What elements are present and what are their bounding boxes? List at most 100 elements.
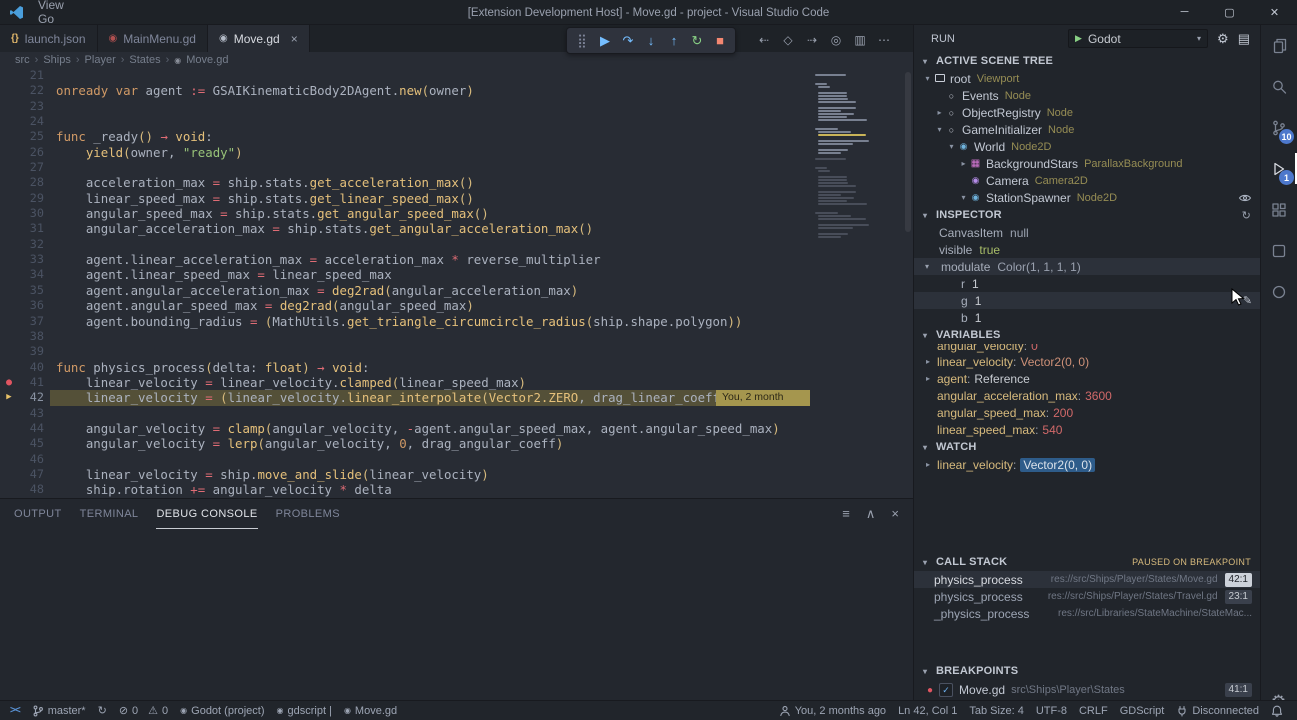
run-marker-icon[interactable]: ◇ — [776, 33, 800, 47]
code-line[interactable]: 48 ship.rotation += angular_velocity * d… — [0, 482, 913, 497]
code-line[interactable]: 32 — [0, 237, 913, 252]
chevron-down-icon[interactable]: ▾ — [934, 125, 945, 134]
section-header-call-stack[interactable]: ▾ CALL STACK PAUSED ON BREAKPOINT — [914, 553, 1260, 571]
variable-row-angular_acceleration_max[interactable]: angular_acceleration_max:3600 — [914, 387, 1260, 404]
step-out-icon[interactable]: ↑ — [663, 29, 685, 52]
chevron-right-icon[interactable]: ▸ — [926, 374, 937, 383]
stack-frame[interactable]: physics_processres://src/Ships/Player/St… — [914, 571, 1260, 588]
section-header-variables[interactable]: ▾ VARIABLES — [914, 326, 1260, 344]
chevron-down-icon[interactable]: ▾ — [958, 193, 969, 202]
gutter-glyph-margin[interactable] — [0, 145, 18, 160]
status-godot-project[interactable]: ◉Godot (project) — [174, 701, 270, 720]
status-problems[interactable]: ⊘0⚠0 — [113, 701, 174, 720]
menu-go[interactable]: Go — [30, 12, 95, 26]
panel-tab-debug-console[interactable]: DEBUG CONSOLE — [156, 499, 257, 529]
status-git-branch[interactable]: master* — [26, 701, 92, 720]
chevron-down-icon[interactable]: ▾ — [925, 262, 934, 271]
launch-config-dropdown[interactable]: ▶ Godot ▾ — [1068, 29, 1208, 48]
scene-tree-node-stationspawner[interactable]: ▾◉StationSpawnerNode2D — [914, 189, 1260, 206]
code-line[interactable]: 29 linear_speed_max = ship.stats.get_lin… — [0, 191, 913, 206]
gutter-glyph-margin[interactable] — [0, 329, 18, 344]
run-target-icon[interactable]: ◎ — [824, 33, 848, 47]
code-line[interactable]: 27 — [0, 160, 913, 175]
gutter-glyph-margin[interactable] — [0, 68, 18, 83]
code-line[interactable]: 36 agent.angular_speed_max = deg2rad(ang… — [0, 298, 913, 313]
inspector-row-modulate[interactable]: ▾modulateColor(1, 1, 1, 1) — [914, 258, 1260, 275]
status-notifications-bell[interactable] — [1265, 701, 1289, 720]
code-line[interactable]: 43 — [0, 406, 913, 421]
code-line[interactable]: 30 angular_speed_max = ship.stats.get_an… — [0, 206, 913, 221]
nav-back-icon[interactable]: ⇠ — [752, 33, 776, 47]
breadcrumb-item-states[interactable]: States — [129, 54, 160, 66]
variable-row-linear_speed_max[interactable]: linear_speed_max:540 — [914, 421, 1260, 438]
code-line[interactable]: 31 angular_acceleration_max = ship.stats… — [0, 221, 913, 236]
stop-icon[interactable]: ■ — [709, 29, 731, 52]
tab-move-gd[interactable]: ◉Move.gd× — [208, 25, 310, 52]
gutter-glyph-margin[interactable] — [0, 237, 18, 252]
breakpoint-item[interactable]: ●✓Move.gdsrc\Ships\Player\States41:1 — [914, 680, 1260, 700]
gutter-glyph-margin[interactable] — [0, 267, 18, 282]
scene-tree-node-events[interactable]: ○EventsNode — [914, 87, 1260, 104]
close-button[interactable]: ✕ — [1252, 0, 1297, 24]
activity-source-control-icon[interactable]: 10 — [1261, 107, 1297, 148]
scene-tree-node-backgroundstars[interactable]: ▸▦BackgroundStarsParallaxBackground — [914, 155, 1260, 172]
gutter-glyph-margin[interactable] — [0, 344, 18, 359]
code-line[interactable]: 37 agent.bounding_radius = (MathUtils.ge… — [0, 314, 913, 329]
gutter-glyph-margin[interactable] — [0, 114, 18, 129]
gutter-glyph-margin[interactable] — [0, 406, 18, 421]
nav-forward-icon[interactable]: ⇢ — [800, 33, 824, 47]
activity-run-debug-icon[interactable]: 1 — [1261, 148, 1297, 189]
status-cursor-position[interactable]: Ln 42, Col 1 — [892, 701, 963, 720]
status-eol[interactable]: CRLF — [1073, 701, 1114, 720]
drag-grip-icon[interactable]: ⣿ — [571, 29, 593, 52]
gutter-glyph-margin[interactable] — [0, 206, 18, 221]
breakpoint-checkbox[interactable]: ✓ — [939, 683, 953, 697]
section-header-inspector[interactable]: ▾ INSPECTOR ↻ — [914, 206, 1260, 224]
gutter-glyph-margin[interactable] — [0, 99, 18, 114]
scene-tree-node-objectregistry[interactable]: ▸○ObjectRegistryNode — [914, 104, 1260, 121]
step-over-icon[interactable]: ↷ — [617, 29, 639, 52]
inspector-row-r[interactable]: r1 — [914, 275, 1260, 292]
chevron-right-icon[interactable]: ▸ — [926, 460, 937, 469]
gutter-glyph-margin[interactable] — [0, 283, 18, 298]
gutter-glyph-margin[interactable] — [0, 298, 18, 313]
chevron-right-icon[interactable]: ▸ — [934, 108, 945, 117]
scene-tree-node-world[interactable]: ▾◉WorldNode2D — [914, 138, 1260, 155]
code-line[interactable]: 24 — [0, 114, 913, 129]
close-panel-icon[interactable]: × — [891, 506, 899, 522]
activity-custom-view-icon[interactable] — [1261, 271, 1297, 312]
section-header-watch[interactable]: ▾ WATCH — [914, 438, 1260, 456]
minimap[interactable] — [815, 71, 903, 239]
gutter-glyph-margin[interactable] — [0, 191, 18, 206]
status-sync[interactable]: ↻ — [92, 701, 113, 720]
gutter-glyph-margin[interactable] — [0, 452, 18, 467]
code-line[interactable]: ▶42 linear_velocity = (linear_velocity.l… — [0, 390, 913, 405]
tab-launch-json[interactable]: {}launch.json — [0, 25, 98, 52]
breakpoint-dot[interactable]: ● — [0, 375, 18, 390]
breadcrumb-item-ships[interactable]: Ships — [43, 54, 71, 66]
gutter-glyph-margin[interactable] — [0, 160, 18, 175]
inspector-row-visible[interactable]: visibletrue — [914, 241, 1260, 258]
status-active-file[interactable]: ◉Move.gd — [338, 701, 403, 720]
code-line[interactable]: 46 — [0, 452, 913, 467]
section-header-breakpoints[interactable]: ▾ BREAKPOINTS — [914, 662, 1260, 680]
variable-row-linear_velocity[interactable]: ▸linear_velocity:Vector2(0, 0) — [914, 456, 1260, 473]
breadcrumb-item-player[interactable]: Player — [85, 54, 116, 66]
code-line[interactable]: 21 — [0, 68, 913, 83]
panel-tab-problems[interactable]: PROBLEMS — [276, 499, 340, 529]
split-editor-icon[interactable]: ▥ — [848, 33, 872, 47]
variable-row-linear_velocity[interactable]: ▸linear_velocity:Vector2(0, 0) — [914, 353, 1260, 370]
maximize-button[interactable]: ▢ — [1207, 0, 1252, 24]
status-godot-connection[interactable]: Disconnected — [1170, 701, 1265, 720]
code-line[interactable]: 44 angular_velocity = clamp(angular_velo… — [0, 421, 913, 436]
stack-frame[interactable]: _physics_processres://src/Libraries/Stat… — [914, 605, 1260, 622]
variable-row-agent[interactable]: ▸agent:Reference — [914, 370, 1260, 387]
start-debug-icon[interactable]: ▶ — [1075, 33, 1082, 44]
close-tab-icon[interactable]: × — [291, 32, 298, 46]
chevron-down-icon[interactable]: ▾ — [946, 142, 957, 151]
code-line[interactable]: ●41 linear_velocity = linear_velocity.cl… — [0, 375, 913, 390]
stack-frame[interactable]: physics_processres://src/Ships/Player/St… — [914, 588, 1260, 605]
menu-view[interactable]: View — [30, 0, 95, 12]
debug-current-line-arrow[interactable]: ▶ — [0, 390, 18, 405]
inspector-row-canvasitem[interactable]: CanvasItemnull — [914, 224, 1260, 241]
